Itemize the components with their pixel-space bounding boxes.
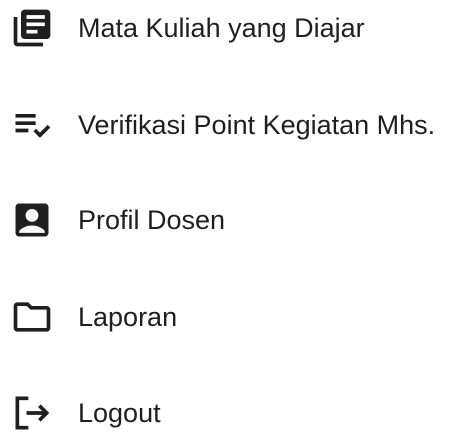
menu-item-mata-kuliah[interactable]: Mata Kuliah yang Diajar <box>0 0 451 58</box>
menu-item-label: Laporan <box>78 302 178 332</box>
menu-item-label: Logout <box>78 398 161 428</box>
playlist-check-icon <box>10 103 54 147</box>
menu-item-label: Profil Dosen <box>78 205 226 235</box>
navigation-menu: Mata Kuliah yang Diajar Verifikasi Point… <box>0 0 451 431</box>
menu-item-laporan[interactable]: Laporan <box>0 287 451 347</box>
menu-item-verifikasi-point[interactable]: Verifikasi Point Kegiatan Mhs. <box>0 95 451 155</box>
folder-icon <box>10 295 54 339</box>
menu-item-profil-dosen[interactable]: Profil Dosen <box>0 190 451 250</box>
account-box-icon <box>10 198 54 242</box>
logout-icon <box>10 391 54 435</box>
menu-item-label: Verifikasi Point Kegiatan Mhs. <box>78 110 436 140</box>
menu-item-logout[interactable]: Logout <box>0 383 451 443</box>
menu-item-label: Mata Kuliah yang Diajar <box>78 13 365 43</box>
library-books-icon <box>10 6 54 50</box>
